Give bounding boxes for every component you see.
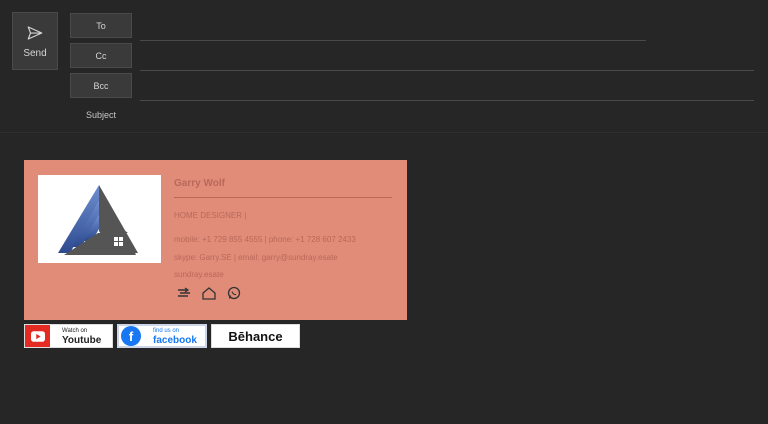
subject-input[interactable]	[140, 104, 750, 126]
social-badges: Watch on Youtube f find us on facebook B…	[24, 324, 300, 348]
bcc-button[interactable]: Bcc	[70, 73, 132, 98]
house-icon[interactable]	[201, 286, 217, 300]
signature-website[interactable]: sundray.esate	[174, 270, 224, 279]
youtube-badge[interactable]: Watch on Youtube	[24, 324, 113, 348]
youtube-play-icon	[25, 325, 50, 347]
signature-title: HOME DESIGNER |	[174, 211, 247, 220]
compose-header: Send To Cc Bcc Subject	[0, 0, 768, 133]
house-logo-icon	[58, 185, 138, 255]
subject-label: Subject	[86, 110, 117, 120]
cc-field-line	[140, 70, 754, 71]
facebook-icon: f	[121, 326, 141, 346]
signature-skype-email: skype: Garry.SE | email: garry@sundray.e…	[174, 253, 338, 262]
whatsapp-icon[interactable]	[226, 286, 242, 300]
signature-name: Garry Wolf	[174, 178, 225, 189]
send-icon	[27, 25, 43, 40]
company-logo	[38, 175, 161, 263]
cc-button[interactable]: Cc	[70, 43, 132, 68]
send-label: Send	[23, 47, 47, 59]
to-button[interactable]: To	[70, 13, 132, 38]
bcc-field-line	[140, 100, 754, 101]
to-field-line	[140, 40, 646, 41]
signature-social-icons	[176, 286, 242, 300]
facebook-badge[interactable]: f find us on facebook	[117, 324, 207, 348]
email-signature: Garry Wolf HOME DESIGNER | mobile: +1 72…	[24, 160, 407, 320]
behance-badge[interactable]: Bēhance	[211, 324, 300, 348]
signature-phones: mobile: +1 729 855 4555 | phone: +1 728 …	[174, 235, 356, 244]
send-button[interactable]: Send	[12, 12, 58, 70]
facebook-badge-main: facebook	[153, 335, 197, 346]
signature-divider	[174, 197, 392, 198]
youtube-badge-main: Youtube	[62, 335, 102, 346]
sketch-icon[interactable]	[176, 286, 192, 300]
